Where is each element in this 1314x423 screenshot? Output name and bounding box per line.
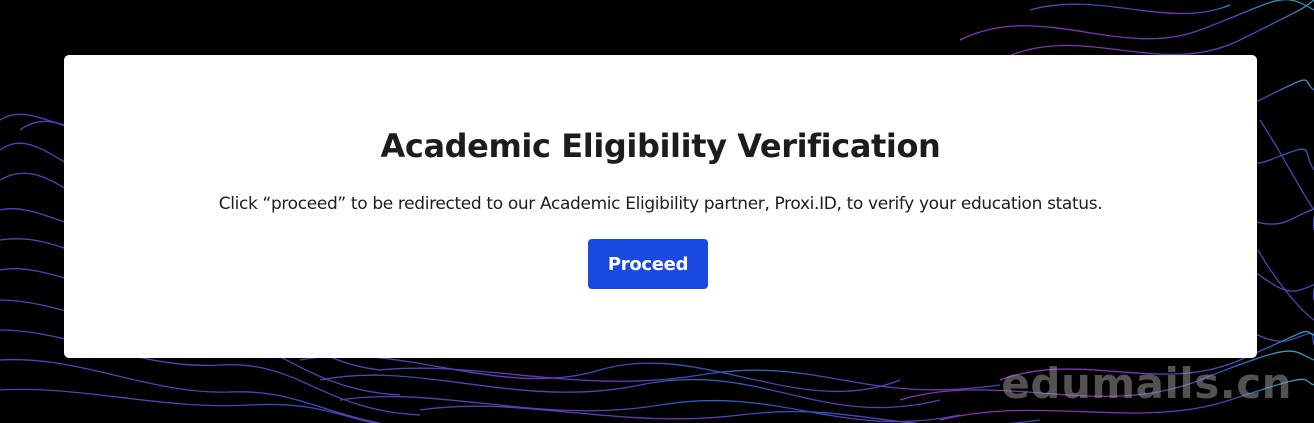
proceed-button[interactable]: Proceed (588, 239, 708, 289)
page-background: Academic Eligibility Verification Click … (0, 0, 1314, 423)
watermark-text: edumails.cn (1001, 359, 1292, 408)
instruction-text: Click “proceed” to be redirected to our … (218, 194, 1103, 214)
verification-card: Academic Eligibility Verification Click … (64, 55, 1257, 358)
page-title: Academic Eligibility Verification (380, 127, 941, 165)
